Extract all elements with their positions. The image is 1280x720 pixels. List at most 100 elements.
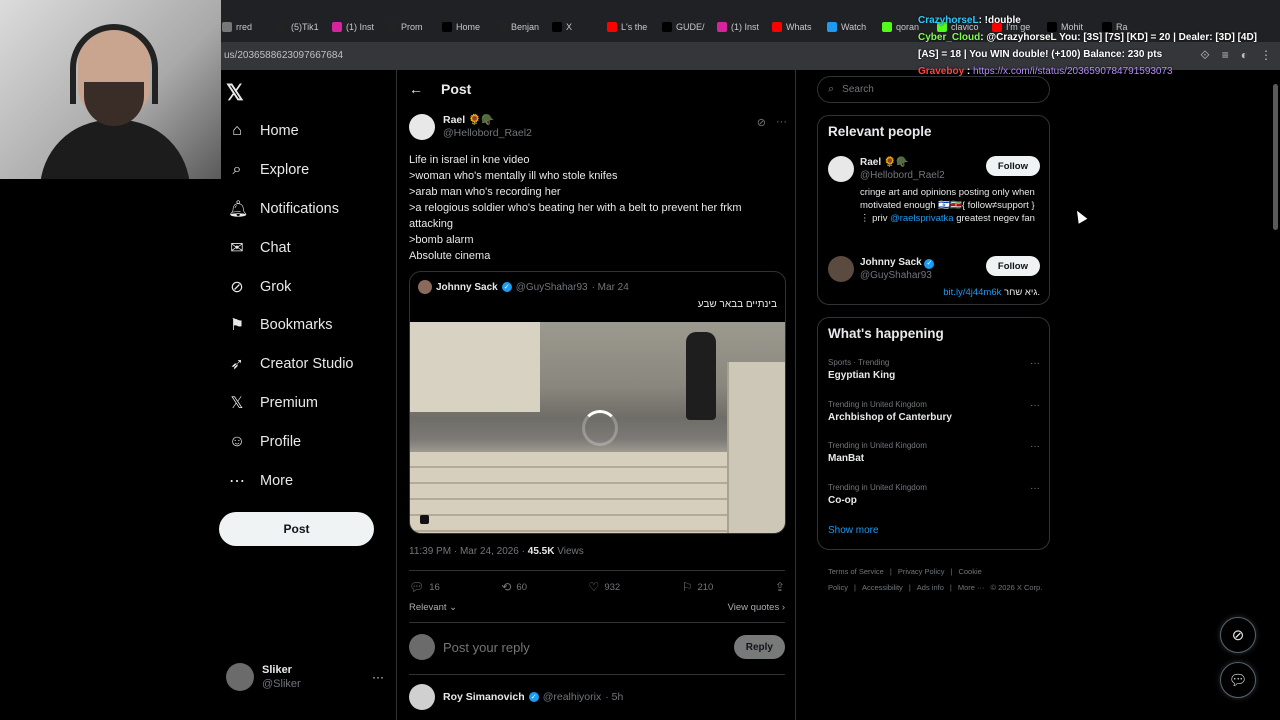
nav-item-profile[interactable]: ☺ Profile: [224, 422, 354, 461]
footer-link[interactable]: Terms of Service: [828, 567, 884, 576]
nav-item-explore[interactable]: ⌕ Explore: [224, 151, 354, 190]
footer-link[interactable]: More ···: [958, 583, 985, 592]
bookmark-action[interactable]: ⚐ 210: [682, 580, 714, 594]
trend-item[interactable]: Trending in United Kingdom Co-op ···: [828, 483, 1040, 506]
nav-item-home[interactable]: ⌂ Home: [224, 112, 354, 151]
verified-badge-icon: ✓: [924, 258, 935, 269]
x-logo-icon[interactable]: 𝕏: [226, 80, 244, 106]
stop-icon[interactable]: [420, 515, 429, 524]
footer-link[interactable]: © 2026 X Corp.: [991, 583, 1043, 592]
creator-studio-icon: ➶: [230, 356, 244, 374]
post-time: 11:39 PM · Mar 24, 2026 ·: [409, 546, 525, 557]
bookmarks-count: 210: [697, 581, 714, 593]
nav-item-creator-studio[interactable]: ➶ Creator Studio: [224, 345, 353, 384]
avatar[interactable]: [828, 156, 854, 182]
browser-tab[interactable]: Benjan: [497, 18, 547, 36]
browser-tab[interactable]: Prom: [387, 18, 437, 36]
follow-button[interactable]: Follow: [985, 256, 1040, 276]
browser-tab[interactable]: (5)Tik1: [277, 18, 327, 36]
browser-tab[interactable]: X: [552, 18, 602, 36]
browser-tab[interactable]: Whats: [772, 18, 822, 36]
trend-item[interactable]: Sports · Trending Egyptian King ···: [828, 358, 1040, 381]
avatar[interactable]: [409, 114, 435, 140]
post-text-line: >arab man who's recording her: [409, 186, 561, 198]
browser-tab[interactable]: L's the: [607, 18, 657, 36]
bio-link[interactable]: bit.ly/4j44m6k: [943, 287, 1001, 298]
grok-icon: ⊘: [230, 278, 244, 296]
avatar[interactable]: [828, 256, 854, 282]
trend-name: Archbishop of Canterbury: [828, 411, 952, 423]
grok-icon[interactable]: ⊘: [757, 116, 766, 129]
grok-fab-icon[interactable]: ⊘: [1220, 617, 1256, 653]
browser-tab[interactable]: Watch: [827, 18, 877, 36]
author-name[interactable]: Rael 🌻🪖: [443, 114, 532, 127]
reply-post[interactable]: Roy Simanovich ✓ @realhiyorix · 5h: [409, 684, 785, 710]
video-player[interactable]: [410, 322, 785, 533]
more-icon: ⋯: [229, 472, 245, 490]
footer-link[interactable]: Ads info: [917, 583, 944, 592]
more-icon[interactable]: ···: [372, 670, 384, 684]
chat-fab-icon[interactable]: 💬︎: [1220, 662, 1256, 698]
nav-item-chat[interactable]: ✉ Chat: [224, 228, 354, 267]
explore-icon: ⌕: [232, 161, 242, 179]
video-frame-building: [410, 322, 540, 412]
person-card[interactable]: Johnny Sack ✓ @GuyShahar93 bit.ly/4j44m6…: [828, 256, 1040, 299]
back-arrow-icon[interactable]: ←: [409, 81, 423, 97]
tab-label: Watch: [841, 22, 867, 32]
nav-item-grok[interactable]: ⊘ Grok: [224, 267, 354, 306]
post-header: ← Post: [397, 78, 797, 100]
trend-name: Egyptian King: [828, 370, 896, 381]
post-text: Life in israel in kne video >woman who's …: [409, 152, 787, 264]
nav-item-label: Profile: [260, 433, 302, 450]
browser-tab[interactable]: GUDE/: [662, 18, 712, 36]
quoted-post[interactable]: Johnny Sack ✓ @GuyShahar93 · Mar 24 בינת…: [409, 271, 786, 534]
stream-chat-overlay: CrazyhorseL: !double Cyber_Cloud: @Crazy…: [918, 12, 1280, 80]
nav-item-more[interactable]: ⋯ More: [224, 461, 354, 500]
person-card[interactable]: Rael 🌻🪖 @Hellobord_Rael2 cringe art and …: [828, 156, 1040, 225]
follow-button[interactable]: Follow: [985, 156, 1040, 176]
compose-post-button[interactable]: Post: [219, 512, 374, 546]
share-action[interactable]: ⇪: [775, 580, 785, 594]
footer-link[interactable]: Accessibility: [862, 583, 903, 592]
nav-item-notifications[interactable]: 🔔︎ Notifications: [224, 190, 354, 229]
reply-author-name[interactable]: Roy Simanovich: [443, 691, 525, 703]
avatar: [226, 663, 254, 691]
reply-action[interactable]: 💬︎ 16: [409, 580, 440, 594]
account-switcher[interactable]: Sliker @Sliker ···: [226, 662, 384, 692]
browser-tab[interactable]: (1) Inst: [717, 18, 767, 36]
more-icon[interactable]: ···: [1030, 483, 1040, 494]
more-icon[interactable]: ···: [1030, 400, 1040, 411]
tab-label: (1) Inst: [731, 22, 760, 32]
view-quotes-link[interactable]: View quotes ›: [728, 602, 785, 613]
trend-item[interactable]: Trending in United Kingdom ManBat ···: [828, 441, 1040, 464]
post-author: Rael 🌻🪖 @Hellobord_Rael2 ⊘ ···: [409, 114, 787, 140]
browser-tab[interactable]: rred: [222, 18, 272, 36]
webcam-overlay: [0, 0, 221, 179]
repost-action[interactable]: ⟲ 60: [501, 580, 527, 594]
search-input[interactable]: [842, 84, 1033, 95]
avatar[interactable]: [409, 684, 435, 710]
scrollbar[interactable]: [1273, 84, 1278, 230]
nav-item-bookmarks[interactable]: ⚑ Bookmarks: [224, 306, 354, 345]
profile-icon: ☺: [228, 432, 246, 450]
author-handle[interactable]: @Hellobord_Rael2: [443, 127, 532, 140]
post-actions-top: ⊘ ···: [757, 116, 787, 129]
url-field[interactable]: us/2036588623097667684: [224, 50, 343, 61]
more-icon[interactable]: ···: [1030, 358, 1040, 369]
footer-link[interactable]: Privacy Policy: [898, 567, 945, 576]
nav-item-premium[interactable]: 𝕏 Premium: [224, 384, 354, 423]
tab-favicon-icon: [882, 22, 892, 32]
show-more-link[interactable]: Show more: [828, 525, 879, 536]
person-name[interactable]: Johnny Sack: [860, 257, 922, 268]
reply-input[interactable]: [443, 639, 723, 655]
like-action[interactable]: ♡ 932: [589, 580, 621, 594]
browser-tab[interactable]: (1) Inst: [332, 18, 382, 36]
reply-button[interactable]: Reply: [733, 635, 785, 659]
sort-dropdown[interactable]: Relevant ⌄: [409, 602, 457, 613]
trend-item[interactable]: Trending in United Kingdom Archbishop of …: [828, 400, 1040, 423]
browser-tab[interactable]: Home: [442, 18, 492, 36]
more-icon[interactable]: ···: [776, 116, 787, 129]
more-icon[interactable]: ···: [1030, 441, 1040, 452]
tab-label: GUDE/: [676, 22, 705, 32]
bio-mention-link[interactable]: @raelsprivatka: [890, 213, 954, 224]
